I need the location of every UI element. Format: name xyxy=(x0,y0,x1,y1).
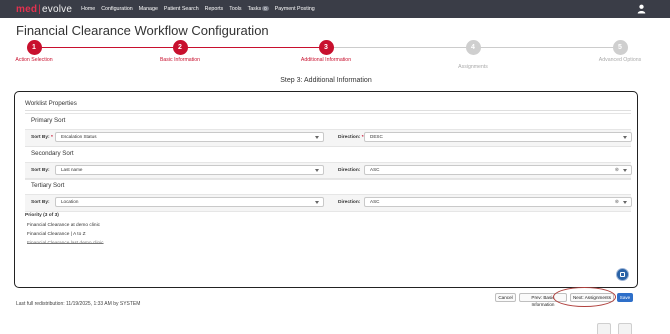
tertiary-sort-by-value: Location xyxy=(61,199,79,204)
nav-home[interactable]: Home xyxy=(81,6,95,12)
nav-payment-posting[interactable]: Payment Posting xyxy=(275,6,315,12)
primary-sort-row: Sort By: * Escalation Status Direction: … xyxy=(25,129,632,147)
top-navbar: med | evolve Home Configuration Manage P… xyxy=(0,0,670,18)
step-3[interactable]: 3 Additional Information xyxy=(296,40,356,63)
nav-patient-search[interactable]: Patient Search xyxy=(164,6,199,12)
step-2-circle: 2 xyxy=(172,40,188,55)
next-button-highlight xyxy=(553,287,616,307)
step-4-label: Assignments xyxy=(458,64,488,70)
workflow-stepper: 1 Action Selection 2 Basic Information 3… xyxy=(0,38,670,78)
secondary-direction-value: ASC xyxy=(370,167,380,172)
step-3-label: Additional Information xyxy=(300,57,352,63)
tertiary-sort-by-select[interactable]: Location xyxy=(55,197,324,207)
step-3-circle: 3 xyxy=(318,40,334,55)
chevron-down-icon xyxy=(315,201,319,204)
primary-sort-by-label-text: Sort By: xyxy=(31,135,50,140)
secondary-sort-row: Sort By: Last name Direction: ASC ⊗ xyxy=(25,162,632,180)
brand-logo[interactable]: med | evolve xyxy=(16,4,72,15)
brand-logo-separator: | xyxy=(38,3,41,15)
window-icon xyxy=(620,272,625,277)
secondary-direction-select[interactable]: ASC ⊗ xyxy=(364,165,632,175)
step-2[interactable]: 2 Basic Information xyxy=(150,40,210,63)
clear-icon[interactable]: ⊗ xyxy=(615,167,619,174)
secondary-sort-title: Secondary Sort xyxy=(31,150,74,157)
worklist-properties-title: Worklist Properties xyxy=(25,100,77,107)
secondary-sort-by-value: Last name xyxy=(61,167,83,172)
primary-sort-title: Primary Sort xyxy=(31,117,66,124)
tertiary-direction-select[interactable]: ASC ⊗ xyxy=(364,197,632,207)
primary-direction-label: Direction: * xyxy=(338,135,364,140)
cancel-button[interactable]: Cancel xyxy=(495,293,516,302)
chevron-down-icon xyxy=(623,136,627,139)
primary-sort-by-select[interactable]: Escalation Status xyxy=(55,132,324,142)
brand-logo-part2: evolve xyxy=(41,3,73,15)
chevron-down-icon xyxy=(623,169,627,172)
step-2-label: Basic Information xyxy=(159,57,201,63)
nav-tasks[interactable]: Tasks 0 xyxy=(248,6,269,12)
step-4-circle: 4 xyxy=(465,40,481,55)
chevron-down-icon xyxy=(623,201,627,204)
tertiary-sort-row: Sort By: Location Direction: ASC ⊗ xyxy=(25,194,632,212)
priority-title: Priority (3 of 3) xyxy=(25,213,59,218)
main-nav: Home Configuration Manage Patient Search… xyxy=(81,6,315,12)
chat-icon[interactable] xyxy=(597,323,611,334)
primary-direction-select[interactable]: DESC xyxy=(364,132,632,142)
primary-sort-by-value: Escalation Status xyxy=(61,134,97,139)
priority-item-2[interactable]: Financial Clearance | A to Z xyxy=(27,232,86,237)
save-button[interactable]: Save xyxy=(617,293,633,302)
primary-sort-by-label: Sort By: * xyxy=(31,135,53,140)
secondary-sort-by-label: Sort By: xyxy=(31,168,50,173)
required-mark: * xyxy=(51,135,53,140)
tertiary-direction-value: ASC xyxy=(370,199,380,204)
step-1-circle: 1 xyxy=(26,40,42,55)
step-5-circle: 5 xyxy=(612,40,628,55)
primary-direction-label-text: Direction: xyxy=(338,135,361,140)
clear-icon[interactable]: ⊗ xyxy=(615,199,619,206)
chevron-down-icon xyxy=(315,136,319,139)
tertiary-sort-title: Tertiary Sort xyxy=(31,182,65,189)
nav-manage[interactable]: Manage xyxy=(139,6,158,12)
tertiary-sort-by-label: Sort By: xyxy=(31,200,50,205)
secondary-sort-by-select[interactable]: Last name xyxy=(55,165,324,175)
step-heading: Step 3: Additional Information xyxy=(280,77,372,84)
nav-reports[interactable]: Reports xyxy=(205,6,224,12)
nav-tools[interactable]: Tools xyxy=(229,6,241,12)
priority-item-1[interactable]: Financial Clearance at demo clinic xyxy=(27,223,100,228)
step-5[interactable]: 5 Advanced Options xyxy=(590,40,650,63)
step-1[interactable]: 1 Action Selection xyxy=(4,40,64,63)
secondary-direction-label: Direction: xyxy=(338,168,361,173)
last-redistribution-text: Last full redistribution: 11/19/2025, 1:… xyxy=(16,301,141,307)
step-4[interactable]: 4 Assignments xyxy=(443,40,503,70)
nav-tasks-label: Tasks xyxy=(247,6,262,12)
tasks-count-badge: 0 xyxy=(262,6,269,11)
floating-action-button[interactable] xyxy=(616,268,629,281)
priority-item-3[interactable]: Financial Clearance last demo clinic xyxy=(27,241,104,246)
step-1-label: Action Selection xyxy=(15,57,53,63)
brand-logo-part1: med xyxy=(16,3,38,15)
nav-configuration[interactable]: Configuration xyxy=(101,6,133,12)
tertiary-direction-label: Direction: xyxy=(338,200,361,205)
user-icon[interactable] xyxy=(637,4,646,14)
worklist-properties-card: Worklist Properties Primary Sort Sort By… xyxy=(14,91,638,288)
chevron-down-icon xyxy=(315,169,319,172)
page-title: Financial Clearance Workflow Configurati… xyxy=(16,23,269,38)
step-5-label: Advanced Options xyxy=(598,57,642,63)
primary-direction-value: DESC xyxy=(370,134,383,139)
help-icon[interactable] xyxy=(618,323,632,334)
card-divider xyxy=(25,110,631,111)
